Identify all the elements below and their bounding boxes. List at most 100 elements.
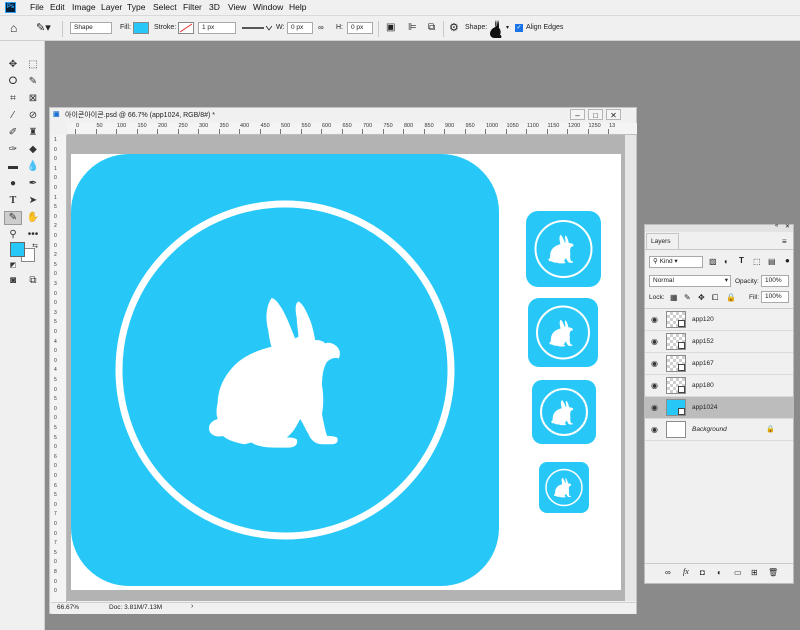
path-arrangement-icon[interactable]: ⧉ (428, 22, 435, 33)
stamp-tool-icon[interactable]: ♜ (26, 127, 40, 139)
menu-3d[interactable]: 3D (209, 2, 220, 12)
gear-icon[interactable]: ⚙ (449, 21, 459, 34)
brush-tool-icon[interactable]: ✐ (6, 127, 20, 139)
stroke-type-select[interactable] (240, 22, 273, 34)
layer-row-app120[interactable]: ◉ app120 (645, 309, 793, 331)
status-menu-chevron-icon[interactable]: › (191, 603, 193, 610)
healing-brush-tool-icon[interactable]: ⊘ (26, 110, 40, 122)
dodge-tool-icon[interactable]: ● (6, 178, 20, 190)
filter-smart-object-icon[interactable]: ▤ (768, 257, 776, 266)
lock-pixels-icon[interactable]: ✎ (684, 293, 691, 302)
filter-adjustment-icon[interactable]: ◐ (724, 257, 729, 266)
stroke-width-input[interactable]: 1 px (198, 22, 236, 34)
frame-tool-icon[interactable]: ⊠ (26, 93, 40, 105)
menu-help[interactable]: Help (289, 2, 306, 12)
new-layer-icon[interactable]: ⊞ (751, 568, 758, 577)
layer-row-app180[interactable]: ◉ app180 (645, 375, 793, 397)
menu-file[interactable]: File (30, 2, 44, 12)
visibility-eye-icon[interactable]: ◉ (651, 337, 658, 346)
maximize-button[interactable]: □ (588, 109, 603, 120)
tool-mode-select[interactable]: Shape (70, 22, 112, 34)
artboard[interactable] (71, 154, 621, 590)
screen-mode-icon[interactable]: ⧉ (26, 275, 40, 287)
quick-mask-icon[interactable]: ◙ (6, 275, 20, 287)
layer-row-app167[interactable]: ◉ app167 (645, 353, 793, 375)
crop-tool-icon[interactable]: ⌗ (6, 93, 20, 105)
default-colors-icon[interactable]: ◩ (6, 260, 20, 272)
lock-all-icon[interactable]: 🔒 (726, 293, 736, 302)
zoom-tool-icon[interactable]: ⚲ (6, 229, 20, 241)
gradient-tool-icon[interactable]: ▬ (6, 161, 20, 173)
opacity-input[interactable]: 100% (761, 275, 789, 287)
menu-view[interactable]: View (228, 2, 246, 12)
menu-type[interactable]: Type (127, 2, 145, 12)
layer-row-app1024[interactable]: ◉ app1024 (645, 397, 793, 419)
add-mask-icon[interactable]: ◘ (700, 568, 705, 577)
eraser-tool-icon[interactable]: ◆ (26, 144, 40, 156)
link-layers-icon[interactable]: ∞ (665, 568, 671, 577)
stroke-color-swatch[interactable] (178, 22, 194, 34)
close-button[interactable]: ✕ (606, 109, 621, 120)
path-operations-icon[interactable]: ▣ (386, 22, 395, 33)
height-input[interactable]: 0 px (347, 22, 373, 34)
swap-colors-icon[interactable]: ⇆ (28, 241, 42, 253)
eyedropper-tool-icon[interactable]: ⁄ (6, 110, 20, 122)
adjustment-layer-icon[interactable]: ◐ (717, 568, 722, 577)
filter-kind-select[interactable]: ⚲ Kind ▾ (649, 256, 703, 268)
custom-shape-tool-preset-icon[interactable]: ✎▾ (36, 21, 51, 34)
type-tool-icon[interactable]: T (6, 195, 20, 207)
hand-tool-icon[interactable]: ✋ (26, 212, 40, 224)
visibility-eye-icon[interactable]: ◉ (651, 381, 658, 390)
menu-layer[interactable]: Layer (101, 2, 122, 12)
move-tool-icon[interactable]: ✥ (6, 59, 20, 71)
minimize-button[interactable]: – (570, 109, 585, 120)
canvas-area[interactable] (67, 135, 625, 601)
custom-shape-tool-icon[interactable]: ✎ (4, 211, 22, 225)
visibility-eye-icon[interactable]: ◉ (651, 359, 658, 368)
fill-input[interactable]: 100% (761, 291, 789, 303)
lasso-tool-icon[interactable]: ⵔ (6, 76, 20, 88)
menu-window[interactable]: Window (253, 2, 283, 12)
lock-transparent-icon[interactable]: ▦ (670, 293, 678, 302)
visibility-eye-icon[interactable]: ◉ (651, 403, 658, 412)
fx-icon[interactable]: fx (683, 567, 689, 576)
blend-mode-select[interactable]: Normal ▾ (649, 275, 731, 287)
visibility-eye-icon[interactable]: ◉ (651, 315, 658, 324)
zoom-level[interactable]: 66.67% (57, 604, 79, 611)
layer-row-background[interactable]: ◉ Background 🔒 (645, 419, 793, 441)
panel-menu-icon[interactable]: ≡ (782, 237, 787, 246)
vertical-scrollbar[interactable] (625, 135, 636, 601)
pen-tool-icon[interactable]: ✒ (26, 178, 40, 190)
blur-tool-icon[interactable]: 💧 (26, 161, 40, 173)
quick-selection-tool-icon[interactable]: ✎ (26, 76, 40, 88)
lock-position-icon[interactable]: ✥ (698, 293, 705, 302)
trash-icon[interactable]: 🗑 (768, 568, 778, 577)
layer-row-app152[interactable]: ◉ app152 (645, 331, 793, 353)
path-alignment-icon[interactable]: ⊫ (408, 22, 417, 33)
width-input[interactable]: 0 px (287, 22, 313, 34)
group-folder-icon[interactable]: ▭ (734, 568, 742, 577)
fill-color-swatch[interactable] (133, 22, 149, 34)
marquee-tool-icon[interactable]: ⬚ (26, 59, 40, 71)
align-edges-checkbox[interactable]: ✓ (515, 24, 523, 32)
tab-layers[interactable]: Layers (646, 233, 679, 249)
visibility-eye-icon[interactable]: ◉ (651, 425, 658, 434)
foreground-color-swatch[interactable] (10, 242, 25, 257)
shape-picker[interactable] (487, 19, 505, 39)
chevron-down-icon[interactable]: ▾ (506, 24, 509, 31)
menu-image[interactable]: Image (72, 2, 96, 12)
menu-edit[interactable]: Edit (50, 2, 65, 12)
path-selection-tool-icon[interactable]: ➤ (26, 195, 40, 207)
more-tools-icon[interactable]: ••• (26, 229, 40, 241)
link-icon[interactable]: ∞ (318, 23, 324, 32)
menu-filter[interactable]: Filter (183, 2, 202, 12)
filter-toggle-icon[interactable]: ● (785, 256, 790, 265)
filter-pixel-icon[interactable]: ▨ (709, 257, 717, 266)
filter-type-icon[interactable]: T (739, 256, 744, 265)
lock-artboard-icon[interactable]: ⧠ (712, 293, 718, 303)
close-panel-icon[interactable]: ✕ (785, 223, 790, 230)
filter-shape-icon[interactable]: ⬚ (753, 257, 761, 266)
history-brush-tool-icon[interactable]: ✑ (6, 144, 20, 156)
collapse-panel-icon[interactable]: « (775, 223, 778, 229)
home-icon[interactable]: ⌂ (10, 21, 17, 35)
